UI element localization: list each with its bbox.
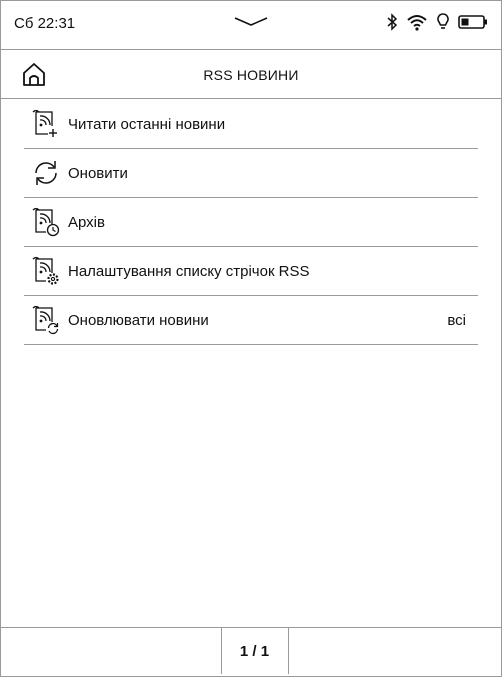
menu-item-read-latest[interactable]: Читати останні новини	[24, 100, 478, 149]
footer: 1 / 1	[0, 627, 502, 677]
battery-icon	[458, 15, 487, 29]
rss-archive-icon	[32, 207, 60, 237]
status-time: Сб 22:31	[14, 15, 76, 32]
menu-item-label: Налаштування списку стрічок RSS	[68, 263, 310, 280]
menu-item-label: Архів	[68, 214, 105, 231]
menu-item-label: Читати останні новини	[68, 116, 226, 133]
rss-update-icon	[32, 305, 59, 335]
status-icons	[386, 12, 488, 32]
rss-read-icon	[32, 109, 57, 137]
menu-item-archive[interactable]: Архів	[24, 198, 478, 247]
menu-item-label: Оновлювати новини	[68, 312, 209, 329]
menu-item-value: всі	[447, 312, 466, 329]
rss-settings-icon	[32, 256, 59, 285]
menu-item-label: Оновити	[68, 165, 128, 182]
status-bar: Сб 22:31	[0, 0, 502, 48]
header-divider	[0, 98, 502, 99]
menu-item-update-news[interactable]: Оновлювати новини всі	[24, 296, 478, 345]
chevron-down-icon[interactable]	[233, 14, 269, 28]
page-title: RSS НОВИНИ	[203, 67, 299, 83]
light-bulb-icon	[437, 13, 449, 29]
menu-item-refresh[interactable]: Оновити	[24, 149, 478, 198]
footer-separator	[288, 628, 289, 674]
wifi-icon	[407, 15, 427, 31]
menu-item-feed-settings[interactable]: Налаштування списку стрічок RSS	[24, 247, 478, 296]
menu-list: Читати останні новини Оновити Архів Нала…	[24, 100, 478, 345]
header: RSS НОВИНИ	[0, 50, 502, 98]
bluetooth-icon	[387, 13, 398, 31]
page-indicator[interactable]: 1 / 1	[221, 643, 288, 660]
refresh-icon	[35, 161, 57, 185]
